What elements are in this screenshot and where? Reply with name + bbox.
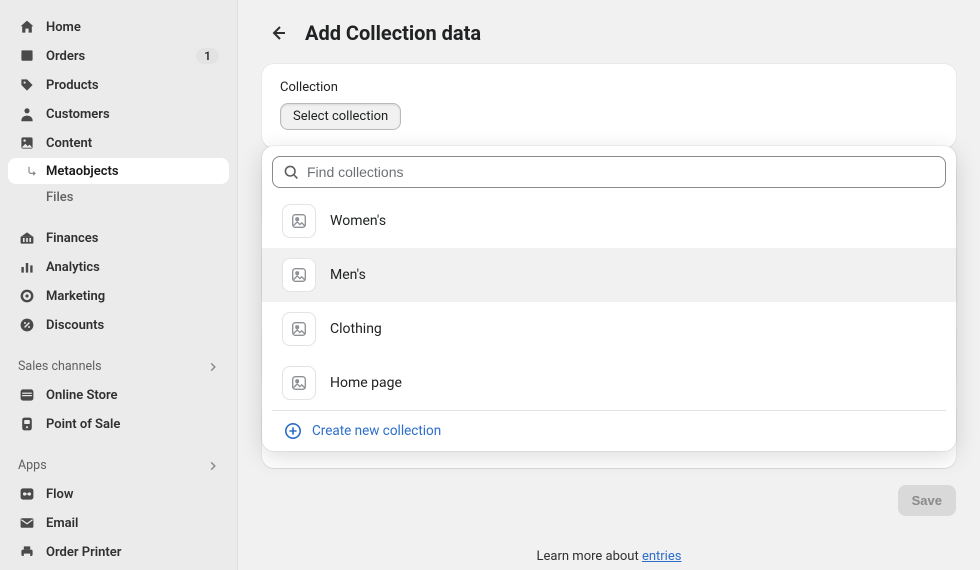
nav-label: Point of Sale: [46, 417, 219, 432]
nav-label: Home: [46, 20, 219, 35]
nav-label: Customers: [46, 107, 219, 122]
store-icon: [18, 386, 36, 404]
nav-label: Order Printer: [46, 545, 219, 560]
collection-option-clothing[interactable]: Clothing: [262, 302, 956, 356]
option-label: Women's: [330, 213, 386, 229]
collection-card: Collection Select collection: [262, 64, 956, 148]
nav-email[interactable]: Email: [8, 509, 229, 537]
image-icon: [282, 204, 316, 238]
section-label: Sales channels: [18, 359, 102, 374]
orders-badge: 1: [196, 48, 219, 64]
nav-label: Analytics: [46, 260, 219, 275]
collection-options: Women's Men's Clothing: [262, 194, 956, 410]
nav-products[interactable]: Products: [8, 71, 229, 99]
nav-flow[interactable]: Flow: [8, 480, 229, 508]
field-label: Collection: [280, 80, 938, 95]
chevron-right-icon: [207, 460, 219, 472]
learn-more: Learn more about entries: [238, 549, 980, 564]
analytics-icon: [18, 258, 36, 276]
back-button[interactable]: [265, 20, 291, 46]
nav-point-of-sale[interactable]: Point of Sale: [8, 410, 229, 438]
page-header: Add Collection data: [262, 20, 956, 46]
sales-channels-heading[interactable]: Sales channels: [8, 353, 229, 380]
chevron-right-icon: [207, 361, 219, 373]
nav-orders[interactable]: Orders 1: [8, 42, 229, 70]
learn-prefix: Learn more about: [537, 549, 642, 564]
marketing-icon: [18, 287, 36, 305]
save-button[interactable]: Save: [898, 485, 956, 516]
nav-metaobjects[interactable]: Metaobjects: [8, 158, 229, 184]
finances-icon: [18, 229, 36, 247]
option-label: Men's: [330, 267, 366, 283]
apps-heading[interactable]: Apps: [8, 452, 229, 479]
orders-icon: [18, 47, 36, 65]
image-icon: [282, 366, 316, 400]
image-icon: [282, 258, 316, 292]
nav-label: Flow: [46, 487, 219, 502]
search-field[interactable]: [272, 156, 946, 188]
sub-arrow-icon: [24, 163, 40, 179]
nav-content[interactable]: Content: [8, 129, 229, 157]
nav-online-store[interactable]: Online Store: [8, 381, 229, 409]
sidebar: Home Orders 1 Products Customers C: [0, 0, 238, 570]
printer-icon: [18, 543, 36, 561]
email-icon: [18, 514, 36, 532]
home-icon: [18, 18, 36, 36]
option-label: Home page: [330, 375, 402, 391]
discounts-icon: [18, 316, 36, 334]
entries-link[interactable]: entries: [642, 549, 682, 564]
page-title: Add Collection data: [305, 21, 481, 45]
main-content: Add Collection data Collection Select co…: [238, 0, 980, 570]
image-icon: [282, 312, 316, 346]
select-collection-button[interactable]: Select collection: [280, 103, 401, 130]
flow-icon: [18, 485, 36, 503]
customers-icon: [18, 105, 36, 123]
nav-label: Email: [46, 516, 219, 531]
nav-label: Marketing: [46, 289, 219, 304]
collection-option-womens[interactable]: Women's: [262, 194, 956, 248]
content-icon: [18, 134, 36, 152]
select-label: Select collection: [293, 109, 388, 124]
create-label: Create new collection: [312, 423, 441, 439]
nav-label: Files: [46, 190, 219, 205]
nav-discounts[interactable]: Discounts: [8, 311, 229, 339]
nav-marketing[interactable]: Marketing: [8, 282, 229, 310]
plus-circle-icon: [284, 422, 302, 440]
nav-analytics[interactable]: Analytics: [8, 253, 229, 281]
nav-label: Content: [46, 136, 219, 151]
nav-finances[interactable]: Finances: [8, 224, 229, 252]
search-input[interactable]: [307, 164, 935, 180]
option-label: Clothing: [330, 321, 382, 337]
search-icon: [283, 164, 299, 180]
collection-option-homepage[interactable]: Home page: [262, 356, 956, 410]
create-collection-button[interactable]: Create new collection: [272, 410, 946, 451]
nav-label: Orders: [46, 49, 196, 64]
save-label: Save: [912, 493, 942, 508]
nav-label: Finances: [46, 231, 219, 246]
collection-option-mens[interactable]: Men's: [262, 248, 956, 302]
nav-label: Products: [46, 78, 219, 93]
pos-icon: [18, 415, 36, 433]
section-label: Apps: [18, 458, 47, 473]
nav-customers[interactable]: Customers: [8, 100, 229, 128]
collection-popover: Women's Men's Clothing: [262, 146, 956, 451]
nav-label: Online Store: [46, 388, 219, 403]
nav-files[interactable]: Files: [8, 185, 229, 210]
nav-order-printer[interactable]: Order Printer: [8, 538, 229, 566]
nav-home[interactable]: Home: [8, 13, 229, 41]
nav-label: Metaobjects: [46, 164, 219, 179]
nav-label: Discounts: [46, 318, 219, 333]
products-icon: [18, 76, 36, 94]
